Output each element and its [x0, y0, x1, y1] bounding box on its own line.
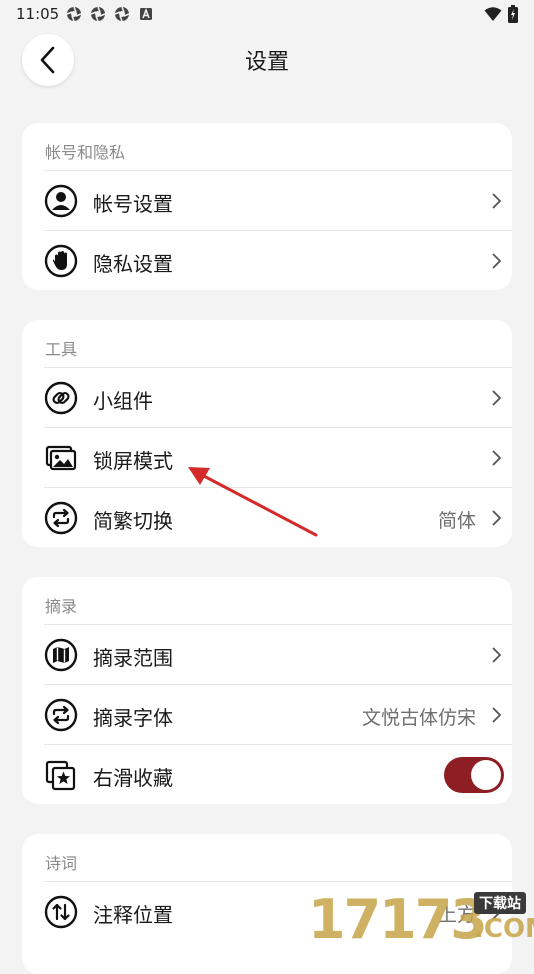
link-icon [44, 381, 78, 415]
a-badge-icon [140, 7, 152, 20]
chevron-right-icon [492, 193, 502, 209]
page-title: 设置 [244, 50, 289, 75]
aperture-icon [114, 6, 130, 22]
watermark-tag: 下载站 [474, 892, 526, 914]
swap-cycle-icon [44, 698, 78, 732]
status-right-icons [484, 5, 518, 23]
row-widgets[interactable]: 小组件 [44, 367, 512, 428]
row-value: 简体 [437, 510, 476, 532]
chevron-right-icon [492, 450, 502, 466]
section-account-privacy: 帐号和隐私 帐号设置 隐私设置 [22, 123, 512, 290]
section-title: 摘录 [45, 597, 78, 616]
swap-cycle-icon [44, 501, 78, 535]
battery-charging-icon [508, 5, 518, 23]
row-label: 右滑收藏 [93, 766, 173, 790]
watermark: 17173 下载站 .COM [308, 888, 534, 951]
section-excerpts: 摘录 摘录范围 摘录字体 文悦古体仿宋 右滑收藏 [22, 577, 512, 804]
toggle-knob [471, 760, 501, 790]
hand-stop-icon [44, 244, 78, 278]
section-title: 工具 [45, 340, 78, 359]
section-title: 诗词 [45, 854, 78, 873]
row-label: 帐号设置 [93, 192, 173, 216]
row-excerpt-range[interactable]: 摘录范围 [44, 624, 512, 685]
swipe-collect-toggle[interactable] [444, 757, 504, 793]
notification-icons [66, 6, 154, 22]
chevron-right-icon [492, 253, 502, 269]
image-stack-icon [45, 445, 77, 471]
aperture-icon [90, 6, 106, 22]
map-icon [44, 638, 78, 672]
row-label: 小组件 [93, 389, 153, 413]
row-account-settings[interactable]: 帐号设置 [44, 170, 512, 231]
watermark-number: 17173 [308, 888, 488, 951]
row-label: 简繁切换 [93, 509, 173, 533]
swap-vertical-icon [44, 895, 78, 929]
header-bar: 设置 [0, 28, 534, 94]
watermark-domain: .COM [474, 914, 534, 944]
chevron-right-icon [492, 510, 502, 526]
account-circle-icon [44, 184, 78, 218]
row-value: 文悦古体仿宋 [361, 707, 476, 729]
row-privacy-settings[interactable]: 隐私设置 [44, 230, 512, 291]
wifi-icon [484, 7, 502, 21]
row-swipe-to-collect: 右滑收藏 [44, 744, 512, 805]
chevron-right-icon [492, 707, 502, 723]
star-stack-icon [45, 760, 76, 791]
row-label: 隐私设置 [93, 252, 173, 276]
status-time: 11:05 [16, 5, 60, 23]
row-label: 摘录字体 [93, 706, 173, 730]
row-excerpt-font[interactable]: 摘录字体 文悦古体仿宋 [44, 684, 512, 745]
chevron-right-icon [492, 390, 502, 406]
row-label: 注释位置 [93, 903, 173, 927]
aperture-icon [66, 6, 82, 22]
section-title: 帐号和隐私 [45, 143, 126, 162]
row-label: 摘录范围 [93, 646, 173, 670]
status-bar: 11:05 [0, 0, 534, 28]
row-label: 锁屏模式 [93, 449, 173, 473]
annotation-arrow [188, 467, 318, 537]
chevron-right-icon [492, 647, 502, 663]
